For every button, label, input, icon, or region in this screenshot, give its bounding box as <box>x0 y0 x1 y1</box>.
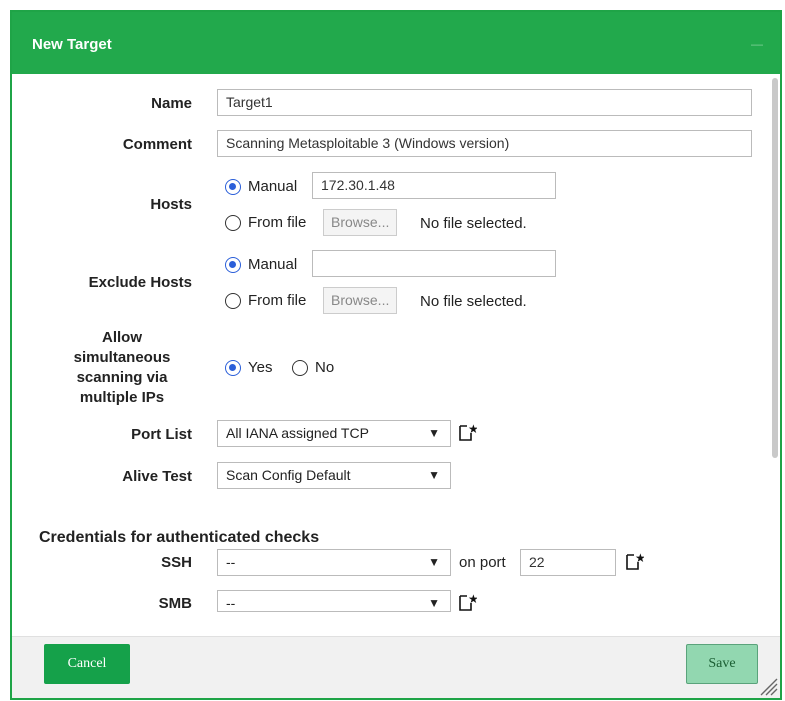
exclude-file-radio[interactable] <box>225 293 241 309</box>
svg-text:★: ★ <box>468 592 477 606</box>
smb-credential-select[interactable]: -- ▼ <box>217 590 451 612</box>
exclude-file-label: From file <box>248 292 307 309</box>
exclude-manual-radio[interactable] <box>225 257 241 273</box>
name-label: Name <box>151 95 192 112</box>
hosts-browse-button[interactable]: Browse... <box>323 209 398 236</box>
hosts-manual-radio[interactable] <box>225 179 241 195</box>
dropdown-arrow-icon: ▼ <box>428 555 440 569</box>
comment-label: Comment <box>122 136 192 153</box>
svg-text:★: ★ <box>468 422 477 436</box>
exclude-no-file-text: No file selected. <box>420 293 527 310</box>
exclude-hosts-label: Exclude Hosts <box>88 274 192 291</box>
name-input[interactable]: Target1 <box>217 89 752 116</box>
port-list-value: All IANA assigned TCP <box>226 425 369 441</box>
smb-credential-value: -- <box>226 595 236 611</box>
hosts-manual-input[interactable]: 172.30.1.48 <box>312 172 556 199</box>
hosts-no-file-text: No file selected. <box>420 215 527 232</box>
comment-input[interactable]: Scanning Metasploitable 3 (Windows versi… <box>217 130 752 157</box>
close-icon[interactable]: — <box>748 38 766 50</box>
ssh-port-input[interactable]: 22 <box>520 549 616 576</box>
simultaneous-yes-radio[interactable] <box>225 360 241 376</box>
alive-test-value: Scan Config Default <box>226 467 351 483</box>
port-list-label: Port List <box>131 426 192 443</box>
allow-simultaneous-line: simultaneous <box>73 349 171 366</box>
new-port-list-icon[interactable]: ★ <box>457 422 477 442</box>
scrollbar[interactable] <box>772 78 778 458</box>
exclude-manual-label: Manual <box>248 256 298 273</box>
dialog-titlebar[interactable]: New Target — <box>12 12 780 74</box>
dropdown-arrow-icon: ▼ <box>428 426 440 440</box>
resize-handle-icon[interactable] <box>756 674 778 696</box>
ssh-credential-select[interactable]: -- ▼ <box>217 549 451 576</box>
allow-simultaneous-line: Allow <box>102 329 142 346</box>
new-smb-credential-icon[interactable]: ★ <box>457 592 477 612</box>
allow-simultaneous-line: scanning via <box>76 369 168 386</box>
exclude-manual-input[interactable] <box>312 250 556 277</box>
cancel-button[interactable]: Cancel <box>44 644 130 684</box>
smb-label: SMB <box>158 595 192 612</box>
hosts-file-label: From file <box>248 214 307 231</box>
hosts-label: Hosts <box>150 196 192 213</box>
hosts-manual-label: Manual <box>248 178 298 195</box>
alive-test-select[interactable]: Scan Config Default ▼ <box>217 462 451 489</box>
allow-simultaneous-line: multiple IPs <box>79 389 165 406</box>
new-target-dialog: New Target — Name Target1 Comment Scanni… <box>10 10 782 700</box>
simultaneous-no-radio[interactable] <box>292 360 308 376</box>
ssh-label: SSH <box>161 554 192 571</box>
hosts-file-radio[interactable] <box>225 215 241 231</box>
allow-simultaneous-label: Allow simultaneous scanning via multiple… <box>52 328 192 408</box>
ssh-credential-value: -- <box>226 554 236 570</box>
exclude-browse-button[interactable]: Browse... <box>323 287 398 314</box>
save-button[interactable]: Save <box>686 644 758 684</box>
dialog-title: New Target <box>32 36 112 53</box>
svg-text:★: ★ <box>635 551 644 565</box>
dropdown-arrow-icon: ▼ <box>428 468 440 482</box>
port-list-select[interactable]: All IANA assigned TCP ▼ <box>217 420 451 447</box>
credentials-heading: Credentials for authenticated checks <box>39 529 320 546</box>
dropdown-arrow-icon: ▼ <box>428 596 440 610</box>
simultaneous-no-label: No <box>315 359 335 376</box>
simultaneous-yes-label: Yes <box>248 359 273 376</box>
ssh-on-port-label: on port <box>459 554 506 571</box>
new-ssh-credential-icon[interactable]: ★ <box>624 551 644 571</box>
alive-test-label: Alive Test <box>122 468 192 485</box>
